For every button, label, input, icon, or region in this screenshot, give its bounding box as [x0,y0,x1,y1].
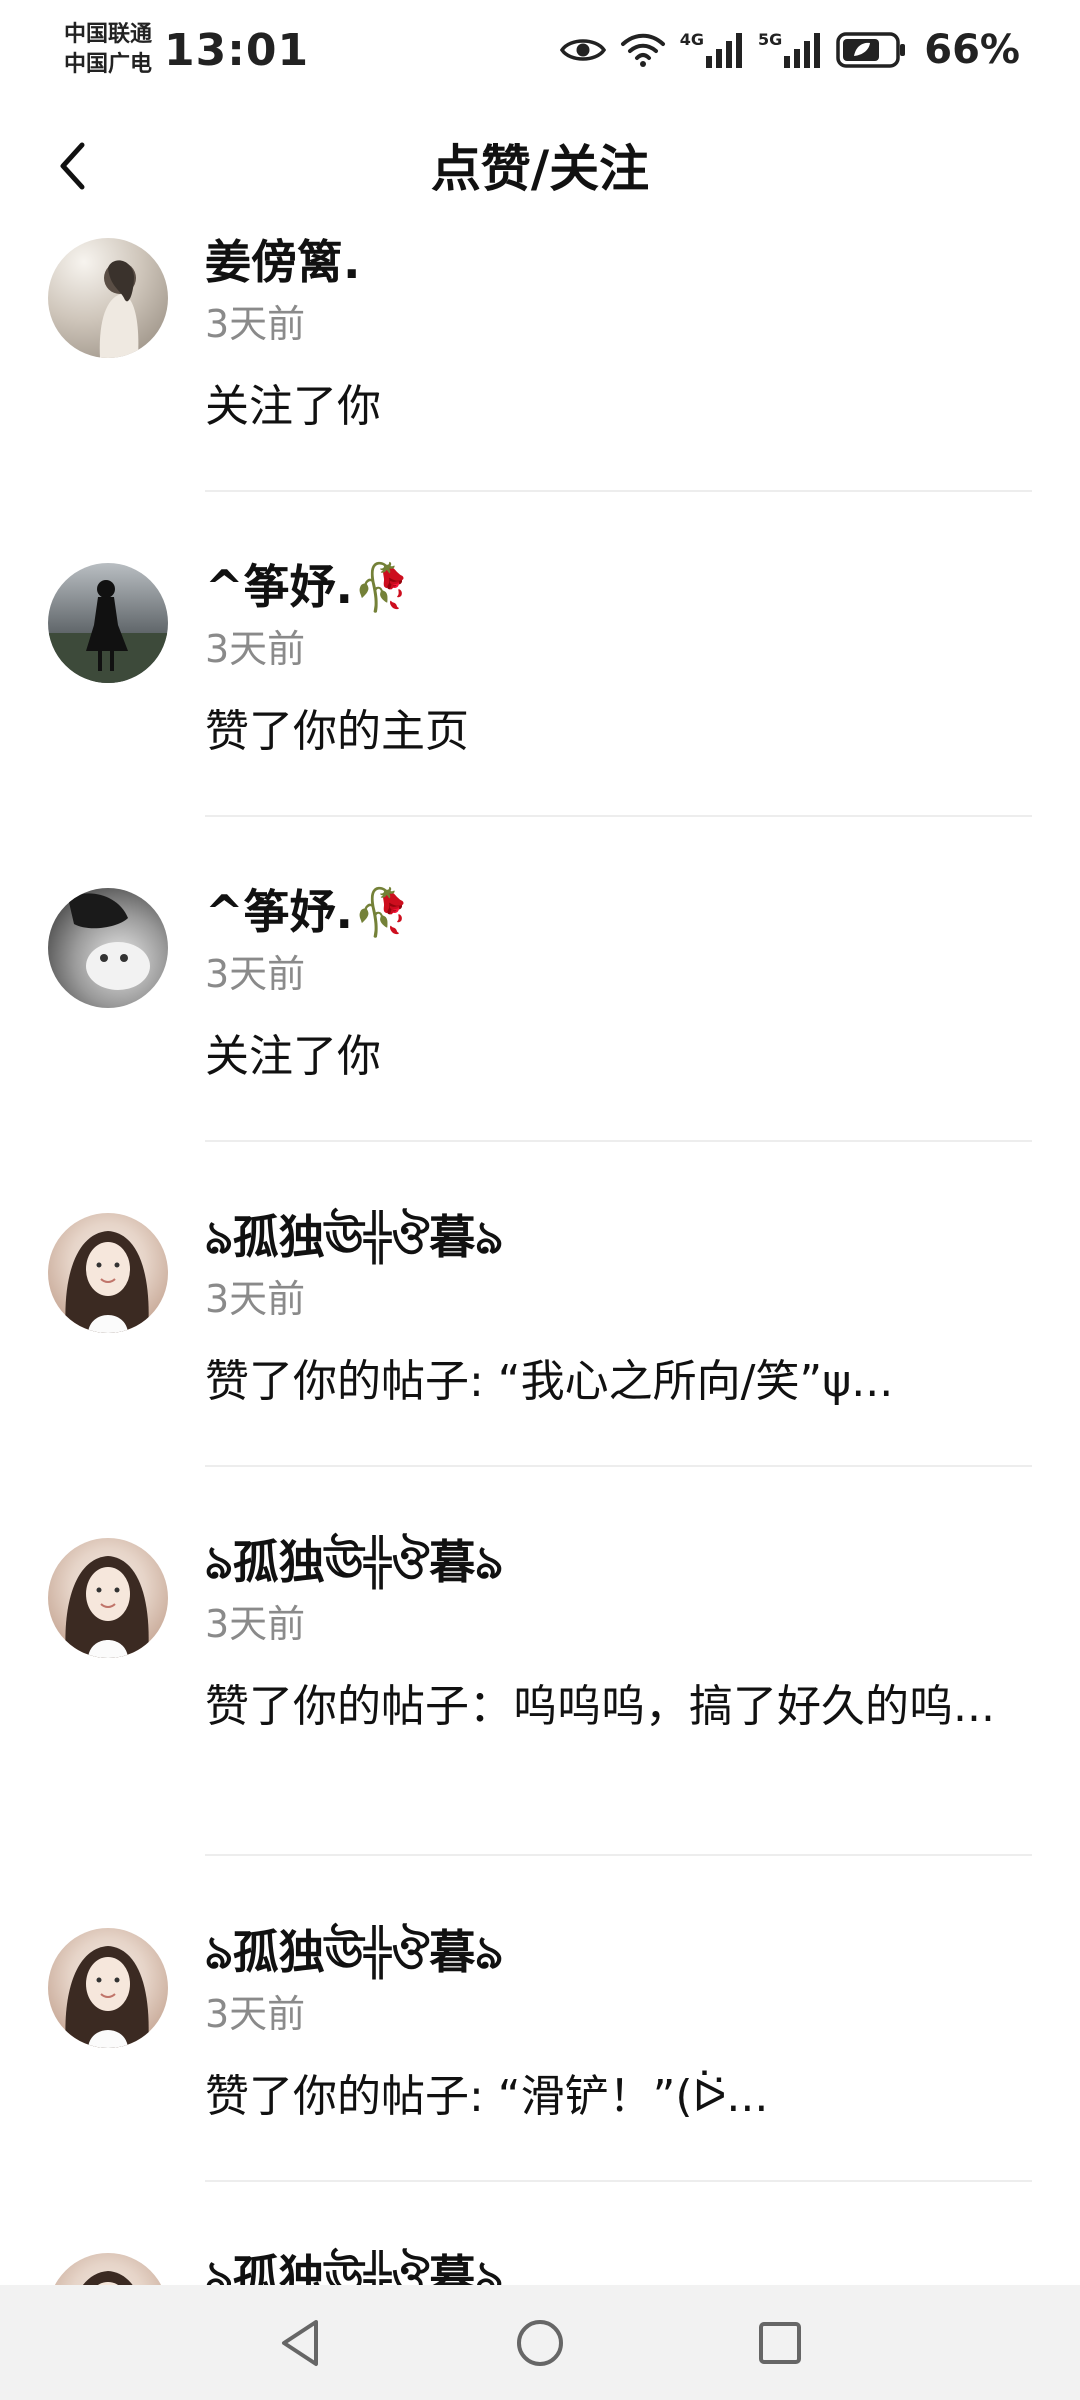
screen: 中国联通 中国广电 13:01 4G 5G 66% 点赞/关注 姜傍篱. 3天前… [0,0,1080,2400]
notification-message: 赞了你的帖子: “滑铲！”(ᐖ... [205,2071,769,2122]
timestamp: 3天前 [205,302,306,346]
notification-message: 关注了你 [205,1031,381,1082]
back-triangle-icon [282,2319,318,2366]
timestamp: 3天前 [205,952,306,996]
nav-recents-button[interactable] [745,2308,815,2378]
avatar[interactable] [48,1213,168,1333]
item-content: ঌ孤独ঊ╬ঔ暮ঌ 3天前 赞了你的帖子: “我心之所向/笑”ψ... [205,1205,1032,1413]
network-type-2: 5G [757,30,783,49]
eye-icon [559,35,606,65]
avatar[interactable] [48,1538,168,1658]
nav-back-button[interactable] [265,2308,335,2378]
recents-square-icon [759,2321,801,2364]
back-button[interactable] [44,138,100,194]
item-content: ঌ孤独ঊ╬ঔ暮ঌ [205,2245,1032,2285]
status-bar: 中国联通 中国广电 13:01 4G 5G 66% [0,0,1080,100]
item-content: ঌ孤独ঊ╬ঔ暮ঌ 3天前 赞了你的帖子：呜呜呜，搞了好久的呜... [205,1530,1032,1738]
user-name[interactable]: ^筝妤.🥀 [205,555,1032,619]
status-icons: 4G 5G 66% [559,27,1020,73]
item-content: 姜傍篱. 3天前 关注了你 [205,230,1032,438]
clock: 13:01 [164,24,310,76]
signal-icon-1: 4G [680,32,744,68]
notification-message: 赞了你的帖子: “我心之所向/笑”ψ... [205,1356,894,1407]
divider [205,1140,1032,1142]
user-name[interactable]: ঌ孤独ঊ╬ঔ暮ঌ [205,1205,1032,1269]
divider [205,2180,1032,2182]
avatar[interactable] [48,2253,168,2285]
nav-home-button[interactable] [505,2308,575,2378]
timestamp: 3天前 [205,627,306,671]
battery-percent: 66% [924,27,1020,73]
divider [205,815,1032,817]
item-content: ঌ孤独ঊ╬ঔ暮ঌ 3天前 赞了你的帖子: “滑铲！”(ᐖ... [205,1920,1032,2128]
battery-icon [836,31,906,69]
wifi-icon [620,32,666,68]
notification-list[interactable]: 姜傍篱. 3天前 关注了你 ^筝妤.🥀 3天前 赞了你的主页 ^筝妤.🥀 3天前… [0,230,1080,2285]
avatar[interactable] [48,238,168,358]
item-content: ^筝妤.🥀 3天前 关注了你 [205,880,1032,1088]
user-name[interactable]: ঌ孤独ঊ╬ঔ暮ঌ [205,2245,1032,2285]
user-name[interactable]: ঌ孤独ঊ╬ঔ暮ঌ [205,1920,1032,1984]
divider [205,1465,1032,1467]
carrier-2: 中国广电 [64,52,153,77]
chevron-left-icon [60,142,85,190]
user-name[interactable]: ^筝妤.🥀 [205,880,1032,944]
avatar[interactable] [48,1928,168,2048]
header: 点赞/关注 [0,110,1080,220]
avatar[interactable] [48,563,168,683]
signal-icon-2: 5G [758,32,822,68]
divider [205,490,1032,492]
item-content: ^筝妤.🥀 3天前 赞了你的主页 [205,555,1032,763]
avatar[interactable] [48,888,168,1008]
user-name[interactable]: ঌ孤独ঊ╬ঔ暮ঌ [205,1530,1032,1594]
user-name[interactable]: 姜傍篱. [205,230,1032,294]
network-type-1: 4G [679,30,704,49]
notification-message: 关注了你 [205,381,381,432]
carrier-1: 中国联通 [64,22,153,47]
divider [205,1854,1032,1856]
page-title: 点赞/关注 [430,140,650,198]
home-circle-icon [517,2319,563,2366]
system-nav-bar [0,2285,1080,2400]
carrier-info: 中国联通 中国广电 [64,20,152,80]
timestamp: 3天前 [205,1277,306,1321]
timestamp: 3天前 [205,1602,306,1646]
notification-message: 赞了你的帖子：呜呜呜，搞了好久的呜... [205,1681,995,1732]
timestamp: 3天前 [205,1992,306,2036]
notification-message: 赞了你的主页 [205,706,469,757]
